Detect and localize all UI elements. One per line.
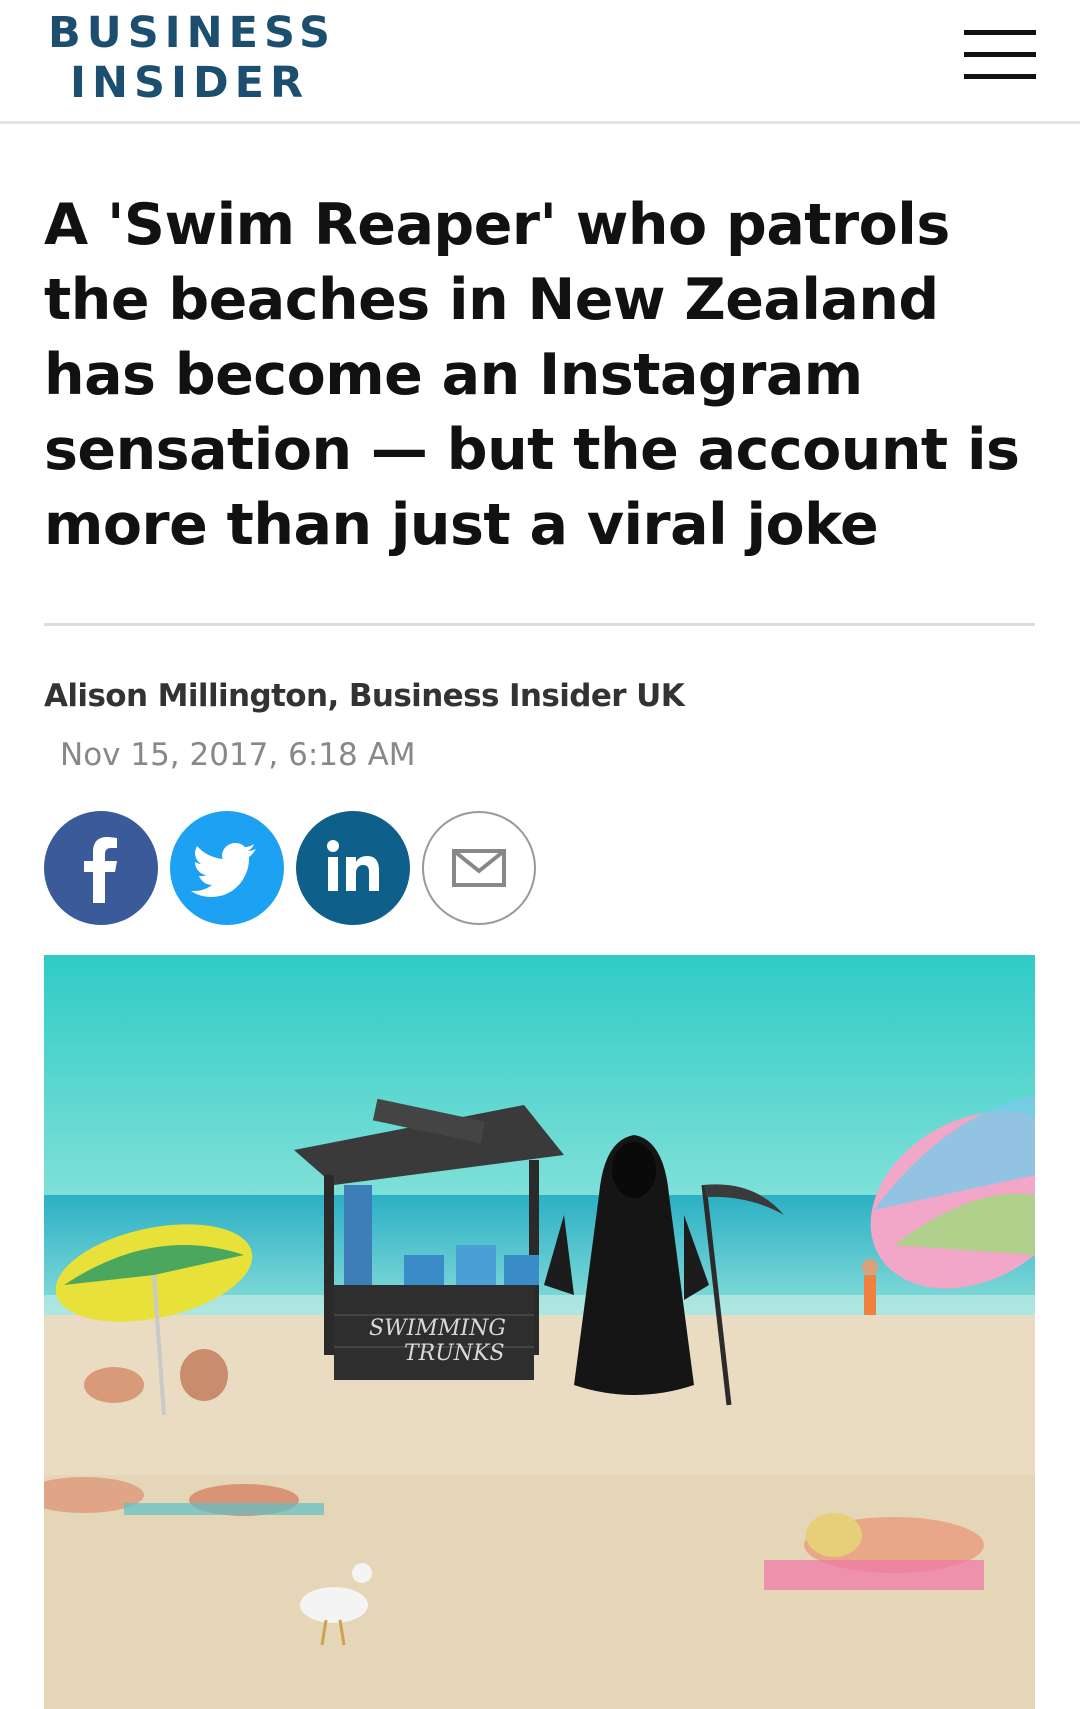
mail-icon [452, 849, 506, 887]
article-byline[interactable]: Alison Millington, Business Insider UK [44, 676, 685, 716]
logo-line-2: INSIDER [70, 58, 310, 108]
linkedin-icon [327, 840, 379, 891]
article-headline: A 'Swim Reaper' who patrols the beaches … [44, 192, 1020, 558]
facebook-share-button[interactable] [44, 811, 158, 925]
swim-reaper-beach-photo: SWIMMING TRUNKS [44, 955, 1035, 1709]
article-date: Nov 15, 2017, 6:18 AM [60, 737, 416, 773]
email-share-button[interactable] [422, 811, 536, 925]
stall-sign-line-1: SWIMMING [369, 1316, 506, 1341]
hero-image[interactable]: SWIMMING TRUNKS [44, 955, 1035, 1709]
divider [44, 623, 1035, 626]
business-insider-logo[interactable]: BUSINESS INSIDER [48, 8, 336, 108]
linkedin-share-button[interactable] [296, 811, 410, 925]
twitter-icon [191, 843, 256, 897]
twitter-share-button[interactable] [170, 811, 284, 925]
facebook-icon [84, 837, 117, 903]
hamburger-menu-icon[interactable] [964, 30, 1036, 82]
logo-line-1: BUSINESS [48, 8, 337, 58]
stall-sign-line-2: TRUNKS [404, 1341, 505, 1366]
site-header: BUSINESS INSIDER [0, 0, 1080, 124]
